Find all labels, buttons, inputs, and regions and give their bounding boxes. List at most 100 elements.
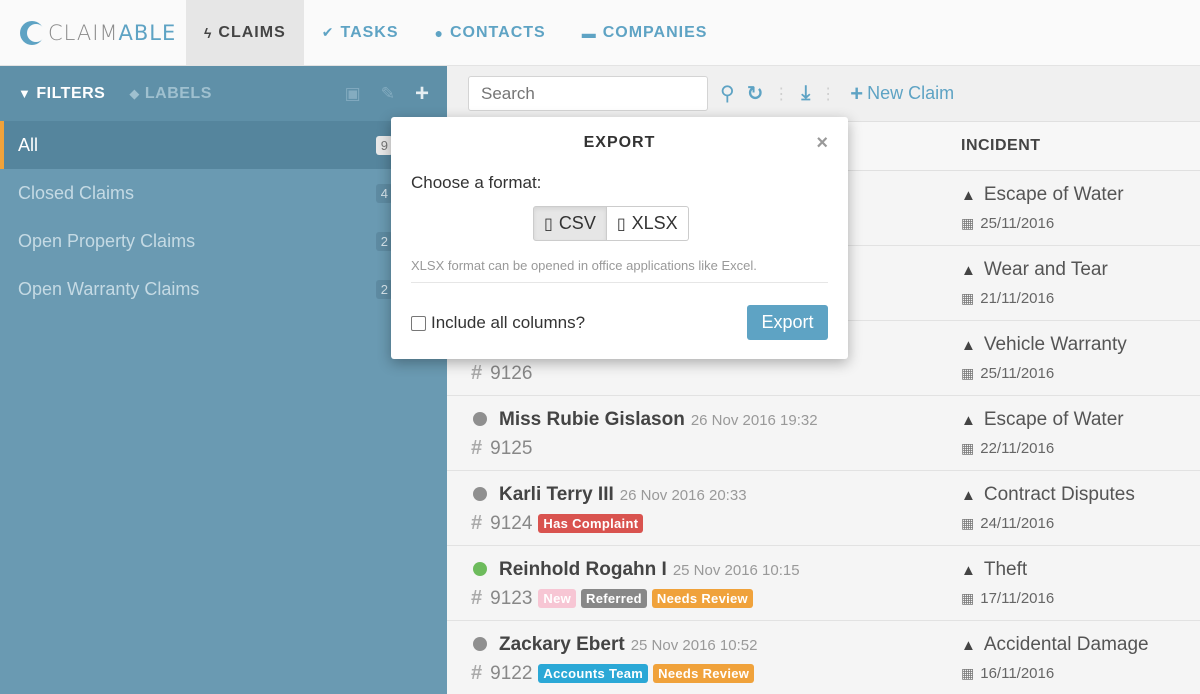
incident-date: 24/11/2016 bbox=[980, 515, 1055, 532]
sidebar-item-open-property-claims[interactable]: Open Property Claims 2 bbox=[0, 217, 447, 265]
top-nav: CLAIMABLE ϟ CLAIMS ✔ TASKS ● CONTACTS ▬ … bbox=[0, 0, 1200, 66]
tab-companies-label: COMPANIES bbox=[602, 23, 708, 41]
format-hint: XLSX format can be opened in office appl… bbox=[411, 258, 757, 273]
toolbar: ⚲ ↻ ⋮ ⤓ ⋮ + New Claim bbox=[447, 66, 1200, 122]
sidebar-actions: ▣ ✎ + bbox=[345, 80, 429, 108]
status-dot bbox=[473, 412, 487, 426]
tag-badge: Has Complaint bbox=[538, 514, 644, 533]
sidebar-header: ▼ FILTERS ◆ LABELS ▣ ✎ + bbox=[0, 66, 447, 121]
warning-icon: ▲ bbox=[961, 486, 976, 504]
search-input[interactable] bbox=[468, 76, 708, 111]
lightning-icon: ϟ bbox=[204, 24, 213, 41]
logo-prefix: CLAIM bbox=[48, 20, 119, 45]
claimant-name[interactable]: Zackary Ebert bbox=[499, 634, 625, 656]
tab-companies[interactable]: ▬ COMPANIES bbox=[564, 0, 726, 65]
user-icon: ● bbox=[434, 24, 444, 41]
format-toggle-group: ▯ CSV ▯ XLSX bbox=[533, 206, 689, 241]
new-claim-button[interactable]: + New Claim bbox=[850, 81, 954, 107]
sidebar-item-label: Open Property Claims bbox=[18, 230, 196, 251]
calendar-icon: ▦ bbox=[961, 590, 975, 606]
incident-date: 25/11/2016 bbox=[980, 365, 1055, 382]
export-button[interactable]: Export bbox=[747, 305, 828, 340]
incident-date: 22/11/2016 bbox=[980, 440, 1055, 457]
app-logo[interactable]: CLAIMABLE bbox=[0, 0, 186, 65]
include-all-columns-checkbox[interactable] bbox=[411, 315, 426, 331]
table-row[interactable]: Karli Terry III 26 Nov 2016 20:33 #9124 Ha… bbox=[447, 471, 1200, 546]
sidebar-item-all[interactable]: All 9 bbox=[0, 121, 447, 169]
calendar-icon: ▦ bbox=[961, 290, 975, 306]
new-claim-label: New Claim bbox=[867, 83, 955, 103]
tab-tasks[interactable]: ✔ TASKS bbox=[304, 0, 417, 65]
incident-type: Contract Disputes bbox=[983, 484, 1135, 505]
incident-column-header[interactable]: INCIDENT bbox=[961, 137, 1041, 155]
search-icon[interactable]: ⚲ bbox=[720, 81, 735, 106]
incident-type: Vehicle Warranty bbox=[983, 334, 1127, 355]
tag-icon: ◆ bbox=[129, 85, 140, 101]
include-all-columns-option[interactable]: Include all columns? bbox=[411, 313, 585, 333]
refresh-icon[interactable]: ↻ bbox=[747, 81, 764, 106]
sidebar-item-closed-claims[interactable]: Closed Claims 4 bbox=[0, 169, 447, 217]
download-icon[interactable]: ⤓ bbox=[801, 82, 810, 105]
warning-icon: ▲ bbox=[961, 186, 976, 204]
status-dot bbox=[473, 637, 487, 651]
sidebar-item-label: All bbox=[18, 134, 39, 155]
toolbar-divider: ⋮ bbox=[820, 85, 837, 103]
incident-date: 16/11/2016 bbox=[980, 665, 1055, 682]
incident-type: Escape of Water bbox=[983, 409, 1124, 430]
filters-tab-label: FILTERS bbox=[36, 84, 106, 102]
claimant-name[interactable]: Karli Terry III bbox=[499, 484, 614, 506]
include-all-columns-label: Include all columns? bbox=[431, 313, 586, 332]
logo-suffix: ABLE bbox=[118, 20, 177, 45]
plus-icon: + bbox=[850, 80, 864, 106]
tab-claims[interactable]: ϟ CLAIMS bbox=[186, 0, 304, 65]
incident-date: 21/11/2016 bbox=[980, 290, 1055, 307]
claimant-name[interactable]: Miss Rubie Gislason bbox=[499, 409, 685, 431]
tab-tasks-label: TASKS bbox=[340, 23, 399, 41]
xlsx-format-button[interactable]: ▯ XLSX bbox=[606, 206, 689, 241]
calendar-icon: ▦ bbox=[961, 665, 975, 681]
filters-tab[interactable]: ▼ FILTERS bbox=[18, 85, 105, 103]
toolbar-divider: ⋮ bbox=[773, 85, 790, 103]
incident-type: Wear and Tear bbox=[983, 259, 1108, 280]
excel-file-icon: ▯ bbox=[616, 215, 626, 233]
tag-badge: Needs Review bbox=[653, 664, 755, 683]
close-icon[interactable]: × bbox=[816, 132, 828, 155]
csv-format-label: CSV bbox=[558, 213, 596, 233]
hash-icon: # bbox=[471, 662, 483, 684]
pencil-icon[interactable]: ✎ bbox=[381, 84, 395, 104]
warning-icon: ▲ bbox=[961, 636, 976, 654]
warning-icon: ▲ bbox=[961, 411, 976, 429]
divider bbox=[411, 282, 828, 283]
calendar-icon: ▦ bbox=[961, 215, 975, 231]
sidebar-item-label: Closed Claims bbox=[18, 182, 135, 203]
claim-number: 9125 bbox=[490, 437, 533, 459]
claim-number: 9123 bbox=[490, 587, 533, 609]
check-icon: ✔ bbox=[321, 24, 335, 40]
trash-icon[interactable]: ▣ bbox=[345, 84, 361, 104]
calendar-icon: ▦ bbox=[961, 365, 975, 381]
hash-icon: # bbox=[471, 512, 483, 534]
calendar-icon: ▦ bbox=[961, 515, 975, 531]
table-row[interactable]: Zackary Ebert 25 Nov 2016 10:52 #9122 Acco… bbox=[447, 621, 1200, 694]
filter-icon: ▼ bbox=[18, 86, 32, 101]
calendar-icon: ▦ bbox=[961, 440, 975, 456]
labels-tab[interactable]: ◆ LABELS bbox=[129, 85, 212, 103]
tag-badge: Needs Review bbox=[651, 589, 753, 608]
claim-date: 26 Nov 2016 20:33 bbox=[619, 487, 747, 504]
hash-icon: # bbox=[471, 362, 483, 384]
csv-format-button[interactable]: ▯ CSV bbox=[533, 206, 607, 241]
incident-type: Accidental Damage bbox=[983, 634, 1149, 655]
sidebar-item-open-warranty-claims[interactable]: Open Warranty Claims 2 bbox=[0, 265, 447, 313]
claim-number: 9126 bbox=[490, 362, 533, 384]
claim-date: 26 Nov 2016 19:32 bbox=[690, 412, 818, 429]
status-dot bbox=[473, 487, 487, 501]
claimant-name[interactable]: Reinhold Rogahn I bbox=[499, 559, 667, 581]
incident-type: Escape of Water bbox=[983, 184, 1124, 205]
add-filter-icon[interactable]: + bbox=[415, 80, 429, 108]
tab-contacts[interactable]: ● CONTACTS bbox=[417, 0, 564, 65]
labels-tab-label: LABELS bbox=[144, 84, 212, 102]
table-row[interactable]: Miss Rubie Gislason 26 Nov 2016 19:32 #91… bbox=[447, 396, 1200, 471]
tab-contacts-label: CONTACTS bbox=[450, 23, 546, 41]
table-row[interactable]: Reinhold Rogahn I 25 Nov 2016 10:15 #9123… bbox=[447, 546, 1200, 621]
xlsx-format-label: XLSX bbox=[631, 213, 678, 233]
